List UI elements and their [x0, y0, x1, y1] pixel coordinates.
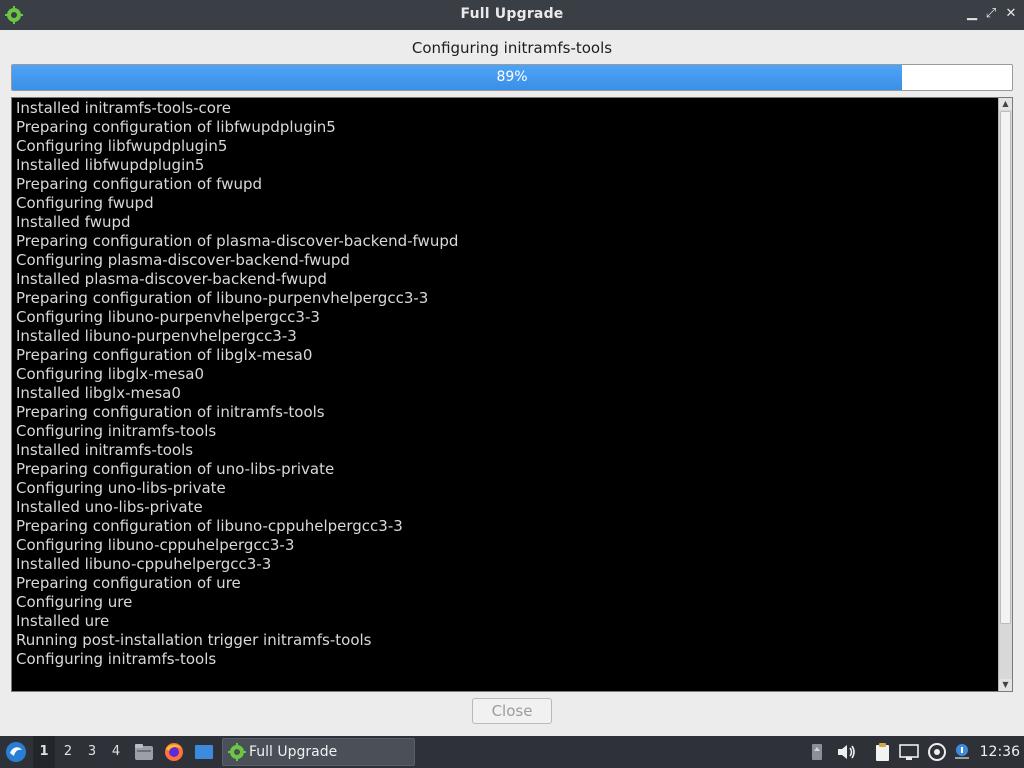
- scrollbar-thumb[interactable]: [1000, 111, 1011, 624]
- log-line: Configuring libglx-mesa0: [16, 365, 204, 383]
- log-line: Preparing configuration of plasma-discov…: [16, 232, 459, 250]
- progress-percent: 89%: [496, 69, 528, 85]
- clock[interactable]: 12:36: [980, 736, 1020, 768]
- desktop-2[interactable]: 2: [57, 736, 79, 768]
- volume-icon[interactable]: [835, 741, 857, 763]
- progress-bar: 89%: [11, 64, 1013, 91]
- log-line: Installed fwupd: [16, 213, 131, 231]
- desktop-4[interactable]: 4: [105, 736, 127, 768]
- task-full-upgrade[interactable]: Full Upgrade: [222, 738, 415, 766]
- log-line: Installed initramfs-tools: [16, 441, 194, 459]
- log-line: Preparing configuration of fwupd: [16, 175, 263, 193]
- log-line: Installed ure: [16, 612, 110, 630]
- log-line: Configuring libuno-cppuhelpergcc3-3: [16, 536, 295, 554]
- log-line: Configuring libfwupdplugin5: [16, 137, 228, 155]
- clipboard-icon[interactable]: [872, 741, 894, 763]
- log-line: Configuring plasma-discover-backend-fwup…: [16, 251, 350, 269]
- network-icon[interactable]: [898, 741, 920, 763]
- log-line: Installed initramfs-tools-core: [16, 99, 231, 117]
- desktop-3[interactable]: 3: [81, 736, 103, 768]
- gear-icon: [228, 743, 246, 761]
- log-line: Configuring initramfs-tools: [16, 650, 217, 668]
- log-line: Configuring libuno-purpenvhelpergcc3-3: [16, 308, 320, 326]
- log-line: Configuring uno-libs-private: [16, 479, 226, 497]
- log-line: Preparing configuration of ure: [16, 574, 241, 592]
- close-button[interactable]: Close: [472, 698, 552, 724]
- update-icon[interactable]: [926, 741, 948, 763]
- log-line: Preparing configuration of initramfs-too…: [16, 403, 325, 421]
- task-label: Full Upgrade: [249, 744, 338, 760]
- log-line: Preparing configuration of uno-libs-priv…: [16, 460, 335, 478]
- log-output[interactable]: Installed initramfs-tools-core Preparing …: [11, 97, 1013, 692]
- maximize-icon[interactable]: ⤢: [982, 5, 1000, 23]
- firefox-icon[interactable]: [163, 741, 185, 763]
- info-icon[interactable]: [951, 741, 973, 763]
- log-line: Preparing configuration of libfwupdplugi…: [16, 118, 336, 136]
- taskbar: 1 2 3 4 Full Upgrade 12:36: [0, 736, 1024, 768]
- log-line: Installed libuno-cppuhelpergcc3-3: [16, 555, 272, 573]
- log-line: Configuring initramfs-tools: [16, 422, 217, 440]
- log-line: Preparing configuration of libglx-mesa0: [16, 346, 313, 364]
- log-line: Configuring ure: [16, 593, 133, 611]
- window-titlebar[interactable]: Full Upgrade ▁ ⤢ ✕: [0, 0, 1024, 30]
- desktop-icon[interactable]: [193, 741, 215, 763]
- log-line: Preparing configuration of libuno-cppuhe…: [16, 517, 403, 535]
- log-lines: Installed initramfs-tools-core Preparing …: [16, 99, 996, 669]
- file-manager-icon[interactable]: [133, 741, 155, 763]
- scroll-up-icon[interactable]: ▲: [999, 98, 1012, 110]
- log-line: Running post-installation trigger initra…: [16, 631, 372, 649]
- log-line: Configuring fwupd: [16, 194, 154, 212]
- log-line: Preparing configuration of libuno-purpen…: [16, 289, 429, 307]
- log-scrollbar[interactable]: ▲ ▼: [998, 98, 1012, 691]
- log-line: Installed libfwupdplugin5: [16, 156, 205, 174]
- upgrade-window: Configuring initramfs-tools 89% Installe…: [0, 30, 1024, 736]
- start-menu-icon[interactable]: [5, 741, 27, 763]
- scroll-down-icon[interactable]: ▼: [999, 679, 1012, 691]
- desktop-1[interactable]: 1: [33, 736, 55, 768]
- log-line: Installed uno-libs-private: [16, 498, 203, 516]
- status-label: Configuring initramfs-tools: [411, 39, 613, 57]
- log-line: Installed plasma-discover-backend-fwupd: [16, 270, 327, 288]
- minimize-icon[interactable]: ▁: [963, 5, 981, 23]
- close-icon[interactable]: ✕: [1002, 5, 1020, 23]
- window-title: Full Upgrade: [460, 6, 564, 22]
- storage-icon[interactable]: [806, 741, 828, 763]
- log-line: Installed libuno-purpenvhelpergcc3-3: [16, 327, 297, 345]
- log-line: Installed libglx-mesa0: [16, 384, 181, 402]
